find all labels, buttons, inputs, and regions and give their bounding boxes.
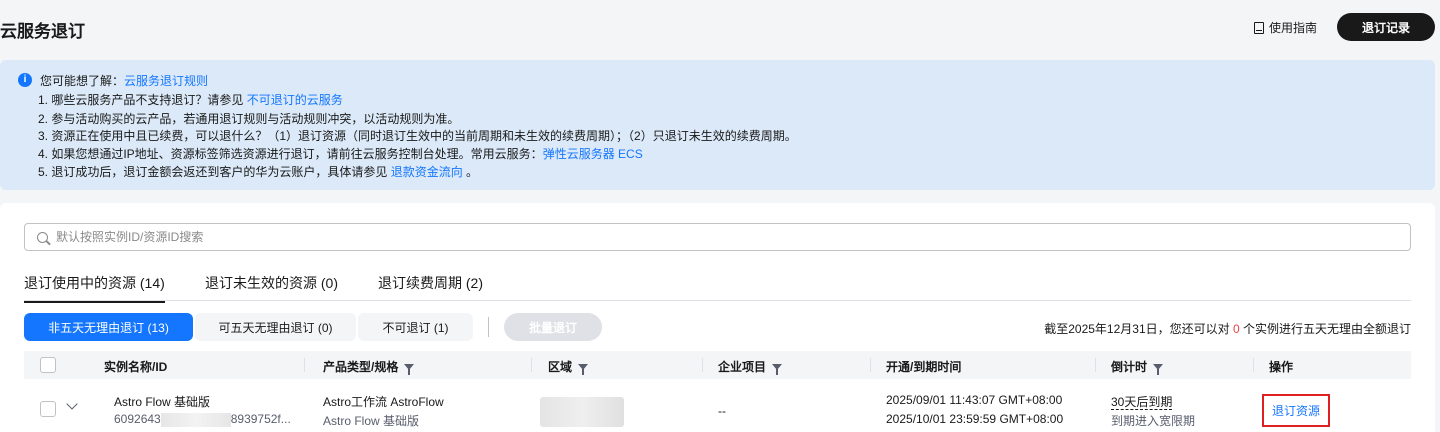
countdown-note: 到期进入宽限期 bbox=[1111, 414, 1196, 428]
column-region-label: 区域 bbox=[548, 360, 573, 374]
table-row: Astro Flow 基础版 6092643 8939752f... Astro工… bbox=[24, 381, 1411, 432]
page-header: 云服务退订 使用指南 退订记录 bbox=[0, 0, 1440, 56]
usage-guide-link[interactable]: 使用指南 bbox=[1254, 19, 1317, 36]
refund-flow-link[interactable]: 退款资金流向 bbox=[391, 165, 463, 179]
column-separator bbox=[304, 358, 305, 372]
project-filter-icon[interactable] bbox=[772, 363, 783, 375]
region-value-masked bbox=[540, 397, 624, 427]
column-time: 开通/到期时间 bbox=[886, 360, 962, 374]
book-icon bbox=[1254, 21, 1264, 34]
quota-prefix: 截至2025年12月31日，您还可以对 bbox=[1044, 322, 1233, 336]
usage-guide-label: 使用指南 bbox=[1269, 21, 1318, 35]
product-spec: Astro Flow 基础版 bbox=[323, 414, 420, 428]
filter-non-refundable[interactable]: 不可退订 (1) bbox=[358, 313, 473, 341]
column-countdown-label: 倒计时 bbox=[1111, 360, 1148, 374]
quota-text: 截至2025年12月31日，您还可以对 0 个实例进行五天无理由全额退订 bbox=[1044, 320, 1411, 337]
unsubscribe-records-button[interactable]: 退订记录 bbox=[1337, 13, 1435, 41]
product-filter-icon[interactable] bbox=[404, 363, 415, 375]
unsubscribe-resource-link[interactable]: 退订资源 bbox=[1272, 402, 1320, 419]
region-filter-icon[interactable] bbox=[578, 363, 589, 375]
page-title: 云服务退订 bbox=[0, 22, 85, 41]
column-countdown: 倒计时 bbox=[1111, 358, 1164, 375]
instance-id-suffix: 8939752f... bbox=[230, 412, 291, 426]
column-product: 产品类型/规格 bbox=[323, 358, 415, 375]
action-highlight: 退订资源 bbox=[1262, 394, 1330, 427]
column-name: 实例名称/ID bbox=[104, 360, 168, 374]
notice-line-4-text: 4. 如果您想通过IP地址、资源标签筛选资源进行退订，请前往云服务控制台处理。常… bbox=[38, 147, 543, 161]
notice-line-5-text: 5. 退订成功后，退订金额会返还到客户的华为云账户，具体请参见 bbox=[38, 165, 391, 179]
search-icon bbox=[37, 231, 48, 243]
notice-line-4: 4. 如果您想通过IP地址、资源标签筛选资源进行退订，请前往云服务控制台处理。常… bbox=[38, 145, 643, 162]
expand-chevron-icon[interactable] bbox=[66, 398, 78, 410]
notice-intro: 您可能想了解：云服务退订规则 bbox=[40, 72, 208, 89]
ecs-link[interactable]: 弹性云服务器 ECS bbox=[543, 147, 643, 161]
non-refundable-services-link[interactable]: 不可退订的云服务 bbox=[247, 93, 343, 107]
product-type: Astro工作流 AstroFlow bbox=[323, 395, 444, 409]
instance-id-prefix: 6092643 bbox=[114, 412, 161, 426]
batch-unsubscribe-button[interactable]: 批量退订 bbox=[504, 313, 602, 341]
notice-line-5: 5. 退订成功后，退订金额会返还到客户的华为云账户，具体请参见 退款资金流向 。 bbox=[38, 163, 478, 180]
quota-suffix: 个实例进行五天无理由全额退订 bbox=[1239, 322, 1411, 336]
notice-line-1-text: 1. 哪些云服务产品不支持退订？请参见 bbox=[38, 93, 247, 107]
column-separator bbox=[870, 358, 871, 372]
unsubscribe-rules-link[interactable]: 云服务退订规则 bbox=[124, 74, 208, 88]
expire-time: 2025/10/01 23:59:59 GMT+08:00 bbox=[886, 412, 1064, 426]
column-separator bbox=[1095, 358, 1096, 372]
filter-non-five-day[interactable]: 非五天无理由退订 (13) bbox=[24, 313, 193, 341]
notice-line-3: 3. 资源正在使用中且已续费，可以退什么？（1）退订资源（同时退订生效中的当前周… bbox=[38, 129, 797, 143]
column-separator bbox=[1253, 358, 1254, 372]
tab-bar: 退订使用中的资源 (14) 退订未生效的资源 (0) 退订续费周期 (2) bbox=[24, 267, 1411, 303]
filter-divider bbox=[488, 317, 489, 337]
tab-in-use-resources[interactable]: 退订使用中的资源 (14) bbox=[24, 273, 165, 303]
column-product-label: 产品类型/规格 bbox=[323, 360, 399, 374]
notice-line-1: 1. 哪些云服务产品不支持退订？请参见 不可退订的云服务 bbox=[38, 91, 343, 108]
column-action: 操作 bbox=[1269, 360, 1294, 374]
resource-card: 退订使用中的资源 (14) 退订未生效的资源 (0) 退订续费周期 (2) 非五… bbox=[0, 203, 1435, 432]
column-region: 区域 bbox=[548, 358, 589, 375]
column-project: 企业项目 bbox=[718, 358, 783, 375]
tab-pending-resources[interactable]: 退订未生效的资源 (0) bbox=[205, 273, 338, 293]
start-time: 2025/09/01 11:43:07 GMT+08:00 bbox=[886, 393, 1063, 407]
notice-line-5-end: 。 bbox=[462, 165, 479, 179]
countdown-value: 30天后到期 bbox=[1111, 393, 1173, 410]
notice-intro-text: 您可能想了解： bbox=[40, 74, 125, 88]
select-all-checkbox[interactable] bbox=[40, 357, 56, 373]
countdown-filter-icon[interactable] bbox=[1153, 363, 1164, 375]
filter-row: 非五天无理由退订 (13) 可五天无理由退订 (0) 不可退订 (1) 批量退订… bbox=[24, 313, 1411, 341]
column-separator bbox=[531, 358, 532, 372]
info-notice: i 您可能想了解：云服务退订规则 1. 哪些云服务产品不支持退订？请参见 不可退… bbox=[0, 60, 1435, 190]
column-project-label: 企业项目 bbox=[718, 360, 767, 374]
tab-renewal-periods[interactable]: 退订续费周期 (2) bbox=[378, 273, 483, 293]
instance-name: Astro Flow 基础版 bbox=[114, 395, 211, 409]
info-icon: i bbox=[18, 73, 32, 87]
row-checkbox[interactable] bbox=[40, 401, 56, 417]
countdown-text: 30天后到期 bbox=[1111, 395, 1173, 410]
search-input[interactable] bbox=[56, 230, 1356, 244]
notice-line-2: 2. 参与活动购买的云产品，若通用退订规则与活动规则冲突，以活动规则为准。 bbox=[38, 112, 460, 126]
quota-count: 0 bbox=[1232, 322, 1240, 336]
table-header: 实例名称/ID 产品类型/规格 区域 企业项目 开通/到期时间 倒计时 操作 bbox=[24, 351, 1411, 379]
id-mask bbox=[160, 412, 231, 427]
column-separator bbox=[702, 358, 703, 372]
search-bar[interactable] bbox=[24, 223, 1411, 251]
enterprise-project: -- bbox=[718, 404, 726, 418]
instance-id: 6092643 8939752f... bbox=[114, 412, 291, 427]
filter-five-day[interactable]: 可五天无理由退订 (0) bbox=[195, 313, 356, 341]
